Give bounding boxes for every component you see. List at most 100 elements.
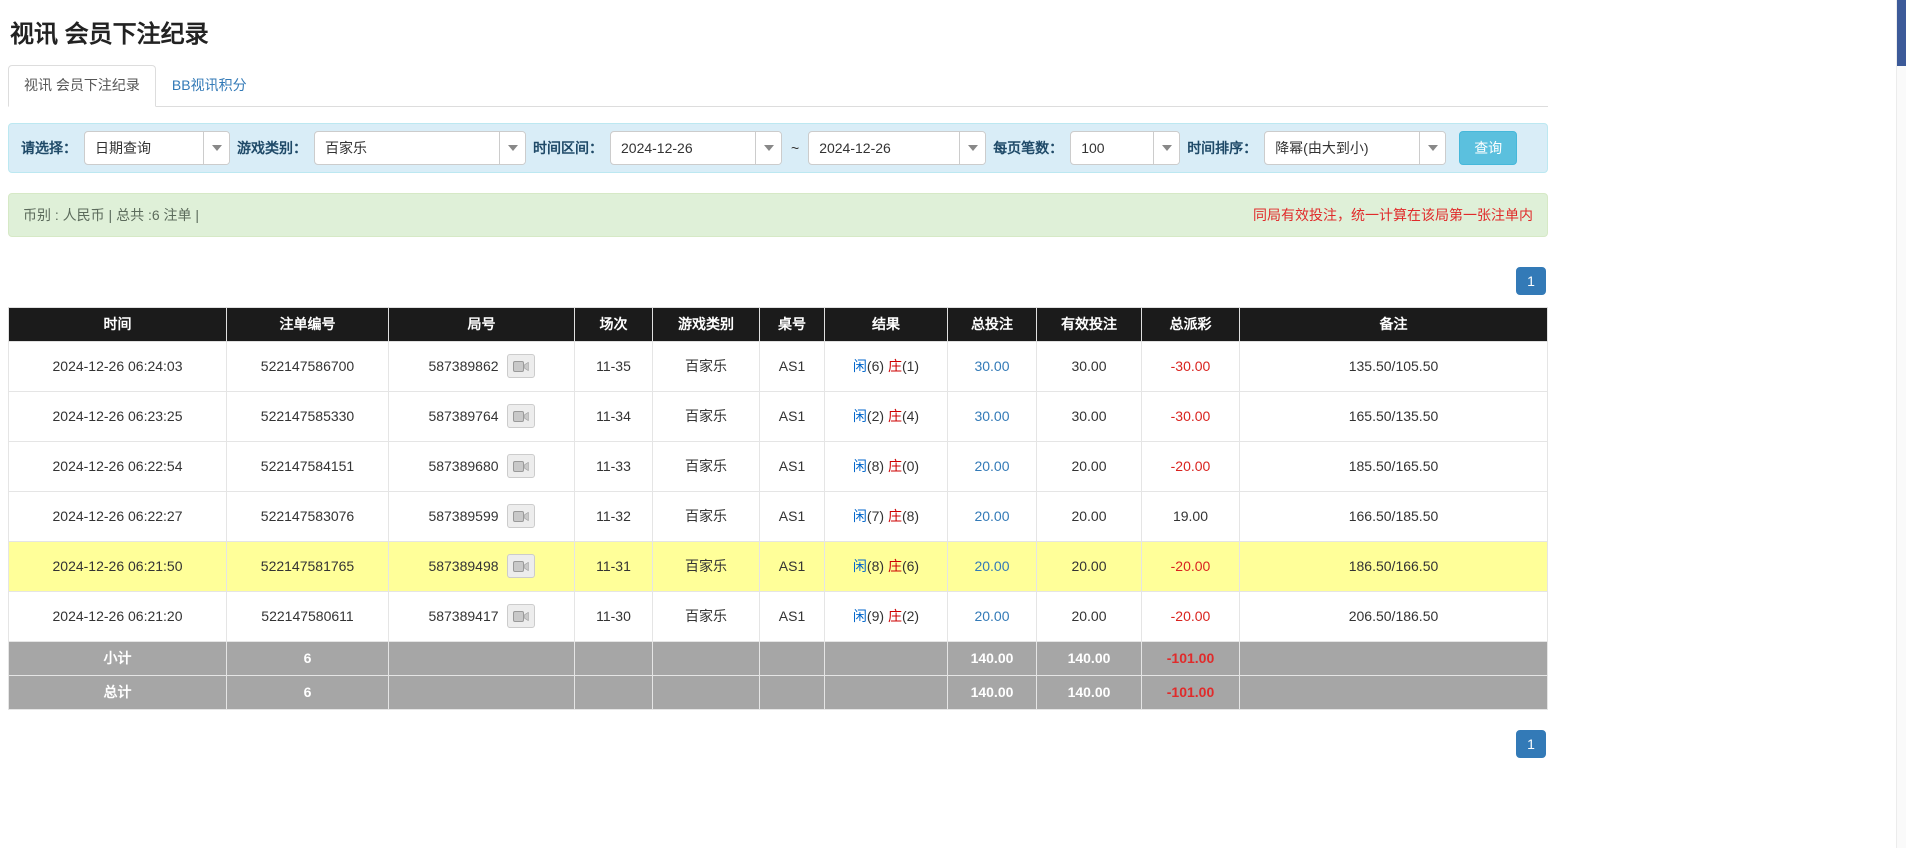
summary-count: 6: [227, 641, 389, 675]
query-type-select[interactable]: 日期查询: [84, 131, 230, 165]
date-to-picker[interactable]: 2024-12-26: [808, 131, 986, 165]
page-1-button[interactable]: 1: [1516, 267, 1546, 295]
cell-round-no: 587389417: [389, 591, 575, 641]
cell-remark: 166.50/185.50: [1240, 491, 1548, 541]
cell-result: 闲(9) 庄(2): [825, 591, 948, 641]
summary-empty-cell: [389, 641, 575, 675]
result-player: 闲: [853, 408, 867, 424]
result-player: 闲: [853, 558, 867, 574]
replay-video-button[interactable]: [507, 404, 535, 428]
column-header: 结果: [825, 307, 948, 341]
page-size-label: 每页笔数：: [993, 138, 1063, 158]
total-bet-link[interactable]: 30.00: [974, 408, 1009, 424]
total-bet-link[interactable]: 20.00: [974, 458, 1009, 474]
cell-valid-bet: 20.00: [1037, 591, 1142, 641]
tab-bet-records[interactable]: 视讯 会员下注纪录: [8, 65, 156, 107]
sort-order-select[interactable]: 降幂(由大到小): [1264, 131, 1446, 165]
cell-round-no: 587389680: [389, 441, 575, 491]
cell-bet-id: 522147584151: [227, 441, 389, 491]
bet-row: 2024-12-26 06:24:03522147586700587389862…: [9, 341, 1548, 391]
valid-bet-notice-text: 同局有效投注，统一计算在该局第一张注单内: [1253, 205, 1533, 225]
result-player-score: (8): [867, 458, 884, 474]
summary-payout-amount: -101.00: [1167, 650, 1214, 666]
cell-table-no: AS1: [760, 591, 825, 641]
cell-bet-id: 522147583076: [227, 491, 389, 541]
caret-down-icon[interactable]: [755, 132, 781, 164]
query-type-label: 请选择：: [21, 138, 77, 158]
cell-game-type: 百家乐: [653, 391, 760, 441]
replay-video-button[interactable]: [507, 354, 535, 378]
summary-empty-cell: [653, 675, 760, 709]
result-player-score: (8): [867, 558, 884, 574]
date-range-separator: ~: [789, 140, 801, 156]
summary-payout-amount: -101.00: [1167, 684, 1214, 700]
cell-time: 2024-12-26 06:21:20: [9, 591, 227, 641]
page-1-button[interactable]: 1: [1516, 730, 1546, 758]
scrollbar-thumb[interactable]: [1897, 0, 1906, 66]
video-replay-icon: [513, 510, 529, 523]
sort-order-label: 时间排序：: [1187, 138, 1257, 158]
column-header: 总投注: [948, 307, 1037, 341]
summary-empty-cell: [389, 675, 575, 709]
caret-down-icon[interactable]: [499, 132, 525, 164]
cell-remark: 185.50/165.50: [1240, 441, 1548, 491]
column-header: 注单编号: [227, 307, 389, 341]
summary-valid-bet: 140.00: [1037, 675, 1142, 709]
summary-row: 总计6140.00140.00-101.00: [9, 675, 1548, 709]
caret-down-icon[interactable]: [1153, 132, 1179, 164]
cell-total-bet: 30.00: [948, 341, 1037, 391]
replay-video-button[interactable]: [507, 454, 535, 478]
page-size-select[interactable]: 100: [1070, 131, 1180, 165]
game-type-select[interactable]: 百家乐: [314, 131, 526, 165]
replay-video-button[interactable]: [507, 554, 535, 578]
total-bet-link[interactable]: 20.00: [974, 558, 1009, 574]
summary-total-bet: 140.00: [948, 675, 1037, 709]
replay-video-button[interactable]: [507, 604, 535, 628]
total-bet-link[interactable]: 30.00: [974, 358, 1009, 374]
cell-table-no: AS1: [760, 341, 825, 391]
cell-session: 11-34: [575, 391, 653, 441]
currency-total-text: 币别 : 人民币 | 总共 :6 注单 |: [23, 205, 199, 225]
replay-video-button[interactable]: [507, 504, 535, 528]
total-bet-link[interactable]: 20.00: [974, 608, 1009, 624]
summary-empty-cell: [825, 641, 948, 675]
date-from-picker[interactable]: 2024-12-26: [610, 131, 782, 165]
round-number: 587389417: [428, 608, 498, 624]
video-replay-icon: [513, 410, 529, 423]
round-number: 587389764: [428, 408, 498, 424]
caret-down-icon[interactable]: [203, 132, 229, 164]
page-title: 视讯 会员下注纪录: [10, 14, 1548, 49]
column-header: 有效投注: [1037, 307, 1142, 341]
result-banker-score: (1): [902, 358, 919, 374]
total-bet-link[interactable]: 20.00: [974, 508, 1009, 524]
scrollbar[interactable]: [1896, 0, 1906, 848]
video-replay-icon: [513, 360, 529, 373]
cell-bet-id: 522147581765: [227, 541, 389, 591]
cell-game-type: 百家乐: [653, 441, 760, 491]
caret-down-icon[interactable]: [1419, 132, 1445, 164]
game-type-label: 游戏类别：: [237, 138, 307, 158]
page-size-value: 100: [1071, 132, 1153, 164]
cell-session: 11-33: [575, 441, 653, 491]
cell-time: 2024-12-26 06:24:03: [9, 341, 227, 391]
cell-bet-id: 522147585330: [227, 391, 389, 441]
summary-total-bet: 140.00: [948, 641, 1037, 675]
cell-total-bet: 20.00: [948, 441, 1037, 491]
summary-info-bar: 币别 : 人民币 | 总共 :6 注单 | 同局有效投注，统一计算在该局第一张注…: [8, 193, 1548, 237]
summary-empty-cell: [1240, 675, 1548, 709]
cell-result: 闲(2) 庄(4): [825, 391, 948, 441]
result-banker: 庄: [888, 408, 902, 424]
cell-time: 2024-12-26 06:21:50: [9, 541, 227, 591]
bet-row: 2024-12-26 06:23:25522147585330587389764…: [9, 391, 1548, 441]
search-button[interactable]: 查询: [1459, 131, 1517, 165]
column-header: 场次: [575, 307, 653, 341]
cell-valid-bet: 30.00: [1037, 341, 1142, 391]
result-player: 闲: [853, 358, 867, 374]
caret-down-icon[interactable]: [959, 132, 985, 164]
sort-order-value: 降幂(由大到小): [1265, 132, 1419, 164]
cell-round-no: 587389764: [389, 391, 575, 441]
result-player-score: (6): [867, 358, 884, 374]
tab-bb-video-points[interactable]: BB视讯积分: [156, 65, 263, 107]
column-header: 时间: [9, 307, 227, 341]
result-player: 闲: [853, 508, 867, 524]
